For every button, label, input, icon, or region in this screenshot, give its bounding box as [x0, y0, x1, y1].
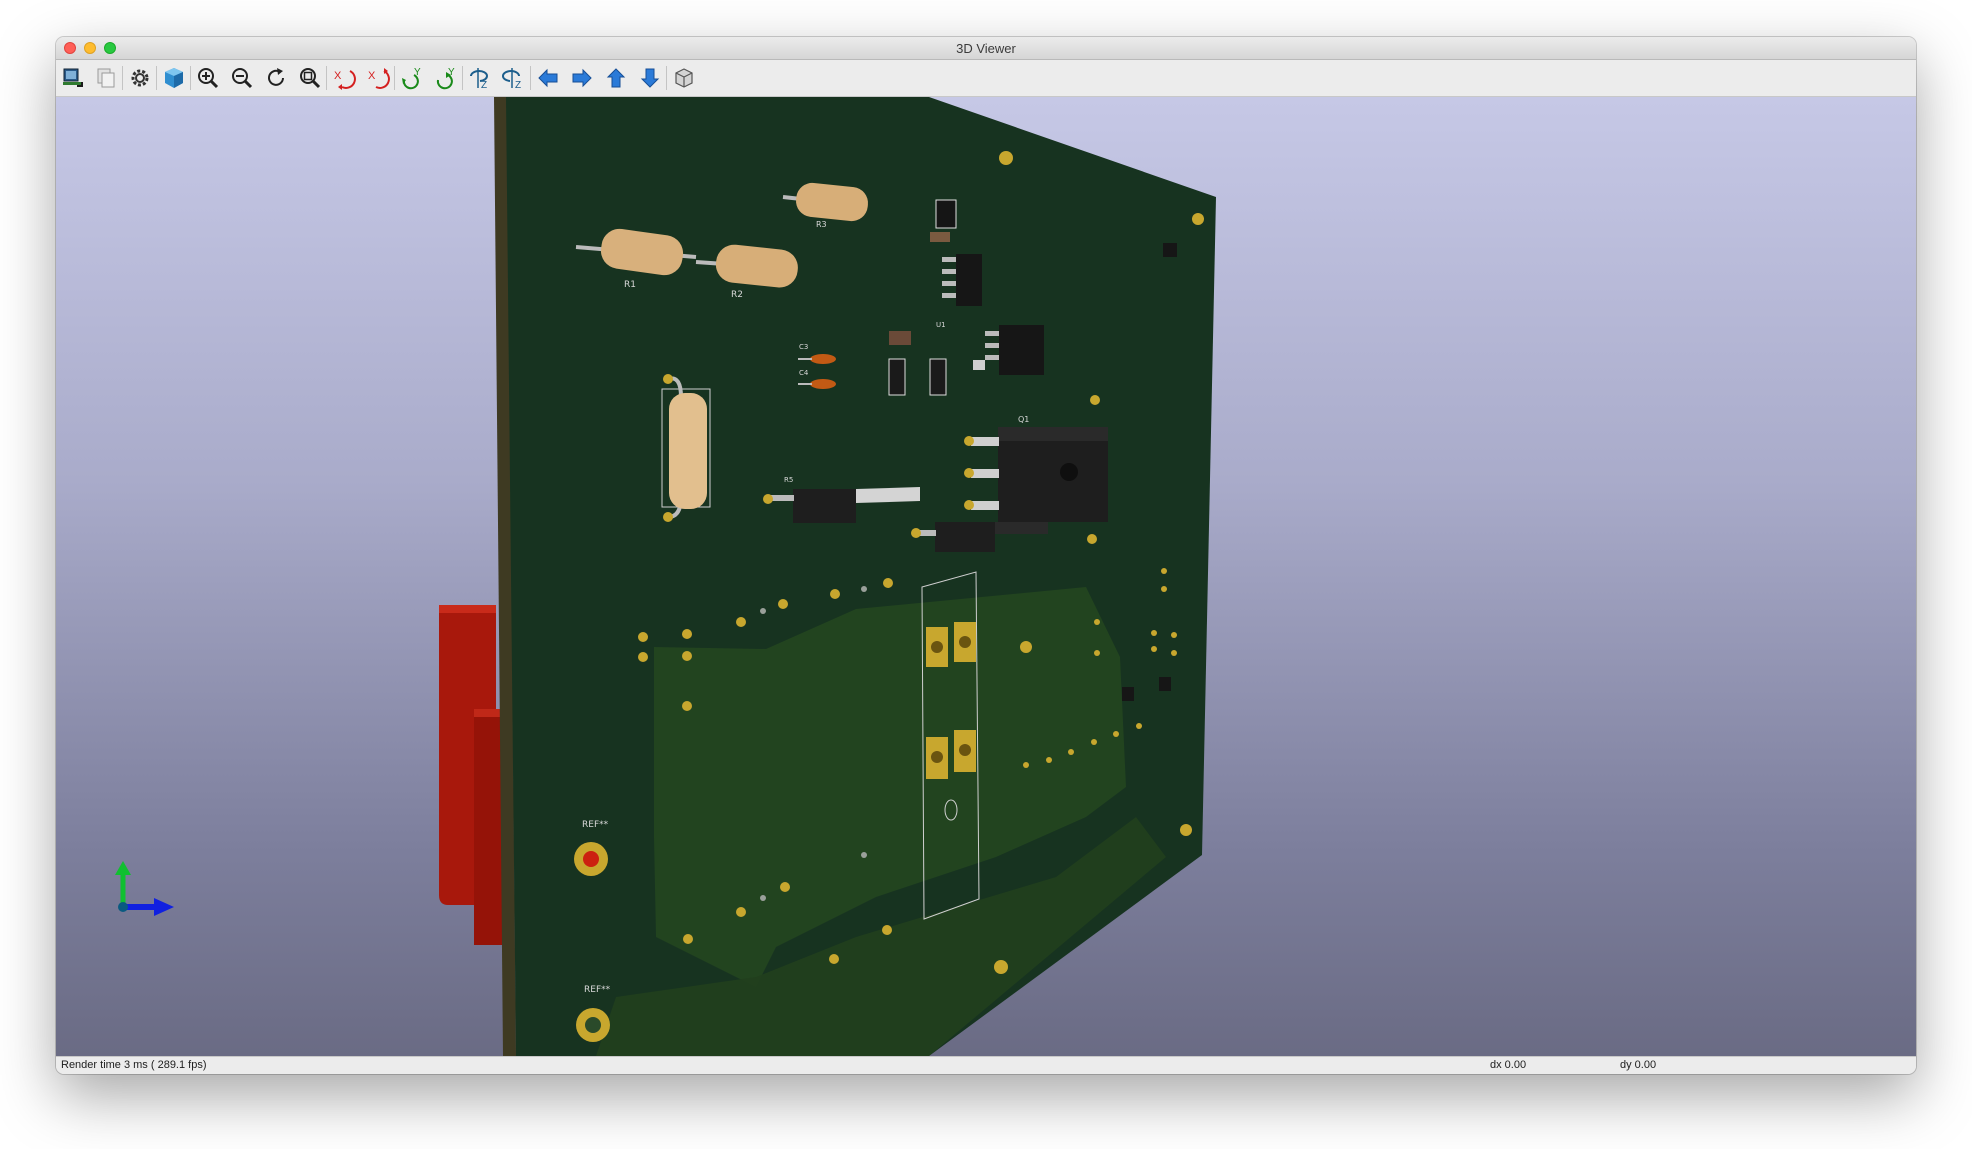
svg-text:U1: U1: [936, 321, 946, 329]
svg-text:R3: R3: [816, 220, 827, 229]
dy-readout: dy 0.00: [1620, 1059, 1657, 1071]
pad: [1180, 824, 1192, 836]
rotate-z-ccw-icon: Z: [502, 68, 521, 90]
zoom-out-button[interactable]: [228, 64, 256, 92]
raytracing-button[interactable]: [160, 64, 188, 92]
viewer-window: 3D Viewer X X Y Y Z Z REF** REF** R1 R2 …: [56, 37, 1916, 1074]
zoom-fit-button[interactable]: [296, 64, 324, 92]
move-left-button[interactable]: [534, 64, 562, 92]
rotate-x-cw-icon: X: [334, 70, 356, 90]
pad: [999, 151, 1013, 165]
svg-text:R5: R5: [784, 476, 793, 484]
ortho-cube-icon: [675, 68, 693, 88]
refresh-icon: [268, 68, 284, 86]
pcb-3d-render: REF** REF** R1 R2 R3 C3 C4 U1 Q1 R5: [115, 97, 1216, 1056]
dx-readout: dx 0.00: [1490, 1059, 1527, 1071]
zoom-fit-icon: [300, 68, 321, 89]
rotate-z-cw-icon: Z: [470, 68, 488, 90]
arrow-down-icon: [640, 68, 660, 88]
toolbar: X X Y Y Z Z: [56, 60, 1916, 97]
pad: [994, 960, 1008, 974]
window-title: 3D Viewer: [956, 41, 1016, 56]
gear-icon: [131, 69, 149, 87]
svg-text:X: X: [334, 70, 342, 82]
render-time-text: Render time 3 ms ( 289.1 fps): [61, 1059, 207, 1071]
move-up-button[interactable]: [602, 64, 630, 92]
copy-image-button[interactable]: [92, 64, 120, 92]
smd-part: [888, 358, 906, 396]
rotate-x-cw-button[interactable]: X: [330, 64, 358, 92]
rotate-x-ccw-button[interactable]: X: [364, 64, 392, 92]
svg-text:C4: C4: [799, 369, 809, 377]
smd-part: [929, 358, 947, 396]
smd-part: [935, 199, 957, 229]
svg-text:Q1: Q1: [1018, 415, 1029, 424]
zoom-out-icon: [232, 68, 253, 89]
smd-part: [889, 331, 911, 345]
svg-text:R1: R1: [624, 280, 636, 290]
reload-board-icon: [63, 68, 83, 87]
copy-icon: [97, 68, 115, 88]
mounting-hole-2: [576, 1008, 610, 1042]
cube-render-icon: [165, 68, 183, 88]
arrow-right-icon: [572, 68, 592, 88]
zoom-in-icon: [198, 68, 219, 89]
rotate-x-ccw-icon: X: [368, 68, 390, 89]
move-right-button[interactable]: [568, 64, 596, 92]
ortho-toggle-button[interactable]: [670, 64, 698, 92]
title-bar: 3D Viewer: [56, 37, 1916, 60]
preferences-button[interactable]: [126, 64, 154, 92]
smd-part: [1159, 677, 1171, 691]
svg-text:C3: C3: [799, 343, 808, 351]
rotate-y-cw-button[interactable]: Y: [398, 64, 426, 92]
rotate-z-cw-button[interactable]: Z: [466, 64, 494, 92]
smd-part: [1122, 687, 1134, 701]
ref-label-1: REF**: [582, 820, 609, 830]
rotate-y-ccw-icon: Y: [436, 67, 455, 90]
smd-part: [1163, 243, 1177, 257]
status-bar: Render time 3 ms ( 289.1 fps) dx 0.00 dy…: [56, 1056, 1916, 1074]
connector-red: [439, 605, 506, 945]
pad: [1192, 213, 1204, 225]
rotate-y-cw-icon: Y: [402, 67, 421, 90]
arrow-up-icon: [606, 68, 626, 88]
zoom-in-button[interactable]: [194, 64, 222, 92]
axis-gizmo: [115, 861, 174, 916]
smd-part: [930, 232, 950, 242]
move-down-button[interactable]: [636, 64, 664, 92]
ref-label-2: REF**: [584, 985, 611, 995]
reload-board-button[interactable]: [60, 64, 88, 92]
svg-text:X: X: [368, 70, 376, 82]
mounting-hole-1: [574, 842, 608, 876]
redraw-button[interactable]: [262, 64, 290, 92]
svg-text:Z: Z: [515, 80, 521, 90]
rotate-z-ccw-button[interactable]: Z: [500, 64, 528, 92]
rotate-y-ccw-button[interactable]: Y: [432, 64, 460, 92]
3d-viewport[interactable]: REF** REF** R1 R2 R3 C3 C4 U1 Q1 R5: [56, 97, 1916, 1056]
arrow-left-icon: [538, 68, 558, 88]
svg-text:R2: R2: [731, 290, 743, 300]
